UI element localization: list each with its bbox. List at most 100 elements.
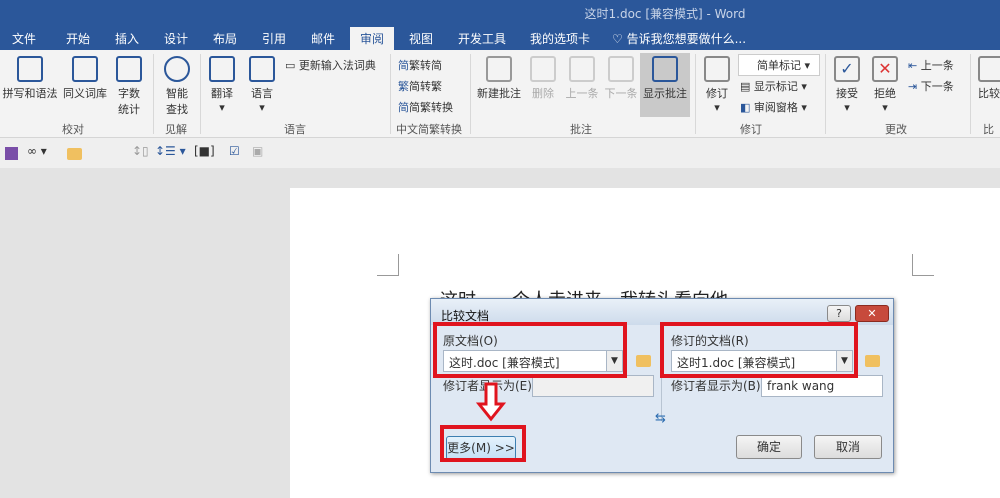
smart-lookup-button[interactable]: 智能 查找 (160, 56, 194, 117)
tab-view[interactable]: 视图 (409, 30, 433, 47)
chinese-conversion-button[interactable]: 简简繁转换 (398, 99, 453, 115)
language-button[interactable]: 语言 ▾ (245, 56, 279, 114)
down-arrow-annotation-icon (476, 382, 506, 422)
group-label-comments: 批注 (570, 123, 592, 136)
previous-comment-icon (569, 56, 595, 82)
divider (970, 54, 971, 134)
label: 上一条 (565, 87, 599, 100)
checkbox-icon[interactable]: ☑ (229, 144, 240, 158)
markup-display-select[interactable]: 简单标记 ▾ (738, 54, 820, 76)
track-changes-button[interactable]: 修订 ▾ (702, 56, 732, 114)
next-change-button[interactable]: ⇥ 下一条 (908, 78, 954, 94)
accept-check-icon: ✓ (834, 56, 860, 82)
label: 下一条 (604, 87, 638, 100)
simp-to-trad-button[interactable]: 繁简转繁 (398, 78, 442, 94)
next-icon: ⇥ (908, 80, 921, 93)
tab-layout[interactable]: 布局 (213, 30, 237, 47)
label: 简繁转换 (409, 101, 453, 114)
new-comment-button[interactable]: 新建批注 (474, 56, 524, 101)
group-label-language: 语言 (284, 123, 306, 136)
show-markup-button[interactable]: ▤ 显示标记 ▾ (740, 78, 807, 94)
next-comment-icon (608, 56, 634, 82)
line-spacing-icon[interactable]: ↕☰ ▾ (155, 144, 186, 158)
label: 新建批注 (477, 87, 521, 100)
word-count-button[interactable]: 字数 统计 (112, 56, 146, 117)
save-icon[interactable] (5, 147, 18, 160)
translate-icon (209, 56, 235, 82)
new-comment-icon (486, 56, 512, 82)
reject-button[interactable]: ✕ 拒绝 ▾ (870, 56, 900, 114)
group-label-insights: 见解 (165, 123, 187, 136)
convert-icon: 简 (398, 101, 409, 114)
picture-icon[interactable]: ▣ (252, 144, 263, 158)
tab-my-tab[interactable]: 我的选项卡 (530, 30, 590, 47)
language-icon (249, 56, 275, 82)
highlight-box-more (440, 425, 526, 462)
update-ime-dictionary-button[interactable]: ▭ 更新输入法词典 (285, 57, 376, 73)
original-author-field[interactable] (532, 375, 654, 397)
label: 字数 (118, 87, 140, 100)
pane-icon: ◧ (740, 101, 754, 114)
browse-original-folder-icon[interactable] (636, 355, 651, 367)
cancel-button[interactable]: 取消 (814, 435, 882, 459)
window-title: 这时1.doc [兼容模式] - Word (584, 7, 746, 21)
tab-home[interactable]: 开始 (66, 30, 90, 47)
tab-review[interactable]: 审阅 (350, 27, 395, 50)
previous-comment-button[interactable]: 上一条 (563, 56, 601, 101)
tell-me-text: 告诉我您想要做什么... (626, 32, 747, 46)
tab-developer[interactable]: 开发工具 (458, 30, 506, 47)
browse-revised-folder-icon[interactable] (865, 355, 880, 367)
help-button[interactable]: ? (827, 305, 851, 322)
ok-button[interactable]: 确定 (736, 435, 802, 459)
label: 下一条 (920, 80, 954, 93)
delete-comment-icon (530, 56, 556, 82)
divider (695, 54, 696, 134)
field-icon[interactable]: [■] (194, 144, 215, 158)
spelling-grammar-button[interactable]: 拼写和语法 (2, 56, 58, 101)
revised-author-field[interactable]: frank wang (761, 375, 883, 397)
tell-me-search[interactable]: ♡ 告诉我您想要做什么... (612, 30, 746, 47)
label: 统计 (118, 103, 140, 116)
label: 拼写和语法 (2, 87, 58, 100)
lightbulb-icon: ♡ (612, 32, 627, 46)
label: 智能 (166, 87, 188, 100)
label: 简转繁 (409, 80, 442, 93)
thesaurus-button[interactable]: 同义词库 (60, 56, 110, 101)
reviewing-pane-button[interactable]: ◧ 审阅窗格 ▾ (740, 99, 807, 115)
trad-to-simp-button[interactable]: 简繁转简 (398, 57, 442, 73)
dictionary-icon: ▭ (285, 59, 299, 72)
divider (470, 54, 471, 134)
label: 繁转简 (409, 59, 442, 72)
close-button[interactable]: ✕ (855, 305, 889, 322)
delete-comment-button[interactable]: 删除 (526, 56, 560, 101)
divider (200, 54, 201, 134)
label: 语言 (251, 87, 273, 100)
open-folder-icon[interactable] (67, 148, 82, 160)
divider (390, 54, 391, 134)
compare-icon (978, 56, 1000, 82)
accept-button[interactable]: ✓ 接受 ▾ (832, 56, 862, 114)
link-icon[interactable]: ∞ ▾ (27, 144, 47, 158)
tab-file[interactable]: 文件 (12, 30, 36, 47)
show-comments-icon (652, 56, 678, 82)
crop-mark (912, 254, 934, 276)
label: 显示批注 (643, 87, 687, 100)
previous-icon: ⇤ (908, 59, 921, 72)
show-comments-button[interactable]: 显示批注 (640, 53, 690, 117)
label: 更新输入法词典 (298, 59, 376, 72)
translate-button[interactable]: 翻译 ▾ (205, 56, 239, 114)
tab-mailings[interactable]: 邮件 (311, 30, 335, 47)
label: 比较 (978, 87, 1000, 100)
label-changes-with-label: 修订者显示为(B) (671, 379, 761, 393)
label: 查找 (166, 103, 188, 116)
tab-references[interactable]: 引用 (262, 30, 286, 47)
compare-button[interactable]: 比较 (978, 56, 1000, 101)
tab-insert[interactable]: 插入 (115, 30, 139, 47)
highlight-box-original (433, 322, 627, 378)
label: 修订 (706, 87, 728, 100)
swap-documents-icon[interactable]: ⇆ (655, 411, 666, 426)
next-comment-button[interactable]: 下一条 (602, 56, 640, 101)
previous-change-button[interactable]: ⇤ 上一条 (908, 57, 954, 73)
spacing-icon[interactable]: ↕▯ (132, 144, 149, 158)
tab-design[interactable]: 设计 (164, 30, 188, 47)
